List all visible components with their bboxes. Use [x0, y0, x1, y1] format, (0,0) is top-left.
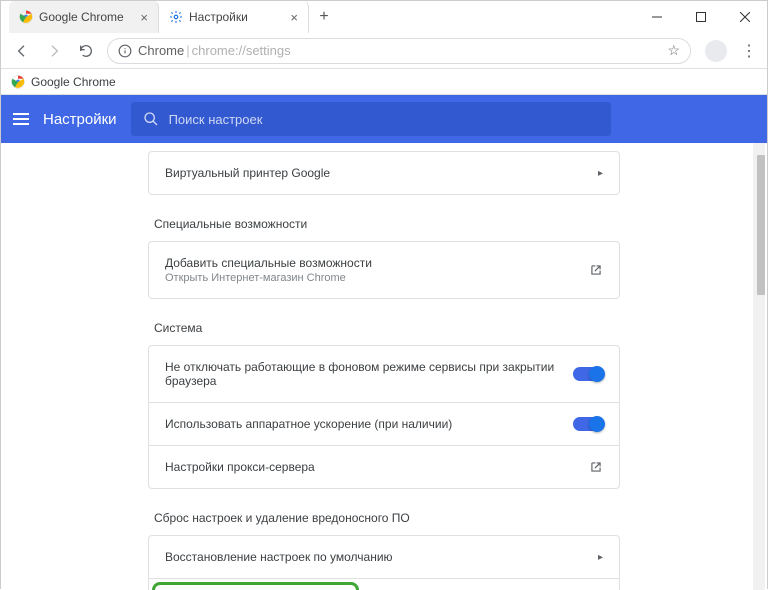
settings-header: Настройки [1, 95, 767, 143]
address-path: chrome://settings [192, 43, 291, 58]
back-button[interactable] [11, 40, 33, 62]
section-reset-title: Сброс настроек и удаление вредоносного П… [154, 511, 620, 525]
settings-search[interactable] [131, 102, 611, 136]
close-icon[interactable]: × [140, 10, 148, 25]
page-title: Настройки [43, 111, 117, 128]
new-tab-button[interactable]: + [309, 1, 339, 33]
profile-avatar[interactable] [705, 40, 727, 62]
external-link-icon [589, 460, 603, 474]
row-cleanup-computer[interactable]: Удалить вредоносное ПО с компьютера ▸ [149, 578, 619, 590]
menu-button[interactable]: ⋮ [741, 41, 757, 61]
row-virtual-printer[interactable]: Виртуальный принтер Google ▸ [149, 152, 619, 194]
row-hardware-accel[interactable]: Использовать аппаратное ускорение (при н… [149, 402, 619, 445]
chevron-right-icon: ▸ [598, 168, 603, 179]
forward-button[interactable] [43, 40, 65, 62]
row-label: Не отключать работающие в фоновом режиме… [165, 360, 573, 388]
row-add-accessibility[interactable]: Добавить специальные возможности Открыть… [149, 242, 619, 298]
toggle-background-apps[interactable] [573, 367, 603, 381]
gear-icon [169, 10, 183, 24]
external-link-icon [589, 263, 603, 277]
bookmarks-bar: Google Chrome [1, 69, 767, 95]
chrome-favicon-icon [11, 75, 25, 89]
row-label: Восстановление настроек по умолчанию [165, 550, 598, 564]
tab-title: Google Chrome [39, 10, 124, 24]
tab-title: Настройки [189, 10, 248, 24]
section-accessibility-title: Специальные возможности [154, 217, 620, 231]
row-label: Настройки прокси-сервера [165, 460, 589, 474]
row-label: Использовать аппаратное ускорение (при н… [165, 417, 573, 431]
search-icon [143, 111, 159, 127]
row-proxy-settings[interactable]: Настройки прокси-сервера [149, 445, 619, 488]
minimize-button[interactable] [635, 1, 679, 33]
row-label: Виртуальный принтер Google [165, 166, 598, 180]
toggle-hardware-accel[interactable] [573, 417, 603, 431]
toolbar: Chrome | chrome://settings ☆ ⋮ [1, 33, 767, 69]
tab-strip: Google Chrome × Настройки × + [1, 1, 339, 33]
bookmark-item[interactable]: Google Chrome [31, 75, 116, 89]
section-system-title: Система [154, 321, 620, 335]
address-bar[interactable]: Chrome | chrome://settings ☆ [107, 38, 691, 64]
settings-content[interactable]: Виртуальный принтер Google ▸ Специальные… [1, 143, 767, 590]
scrollbar-thumb[interactable] [757, 155, 765, 295]
window-titlebar: Google Chrome × Настройки × + [1, 1, 767, 33]
menu-icon[interactable] [13, 113, 29, 125]
close-icon[interactable]: × [290, 10, 298, 25]
row-background-apps[interactable]: Не отключать работающие в фоновом режиме… [149, 346, 619, 402]
row-label: Добавить специальные возможности Открыть… [165, 256, 589, 284]
address-host: Chrome [138, 43, 184, 58]
info-icon [118, 44, 132, 58]
search-input[interactable] [169, 112, 599, 127]
reload-button[interactable] [75, 40, 97, 62]
window-controls [635, 1, 767, 33]
bookmark-star-icon[interactable]: ☆ [667, 42, 680, 59]
maximize-button[interactable] [679, 1, 723, 33]
tab-google-chrome[interactable]: Google Chrome × [9, 1, 159, 33]
close-window-button[interactable] [723, 1, 767, 33]
row-restore-defaults[interactable]: Восстановление настроек по умолчанию ▸ [149, 536, 619, 578]
chrome-favicon-icon [19, 10, 33, 24]
chevron-right-icon: ▸ [598, 552, 603, 563]
tab-settings[interactable]: Настройки × [159, 1, 309, 33]
